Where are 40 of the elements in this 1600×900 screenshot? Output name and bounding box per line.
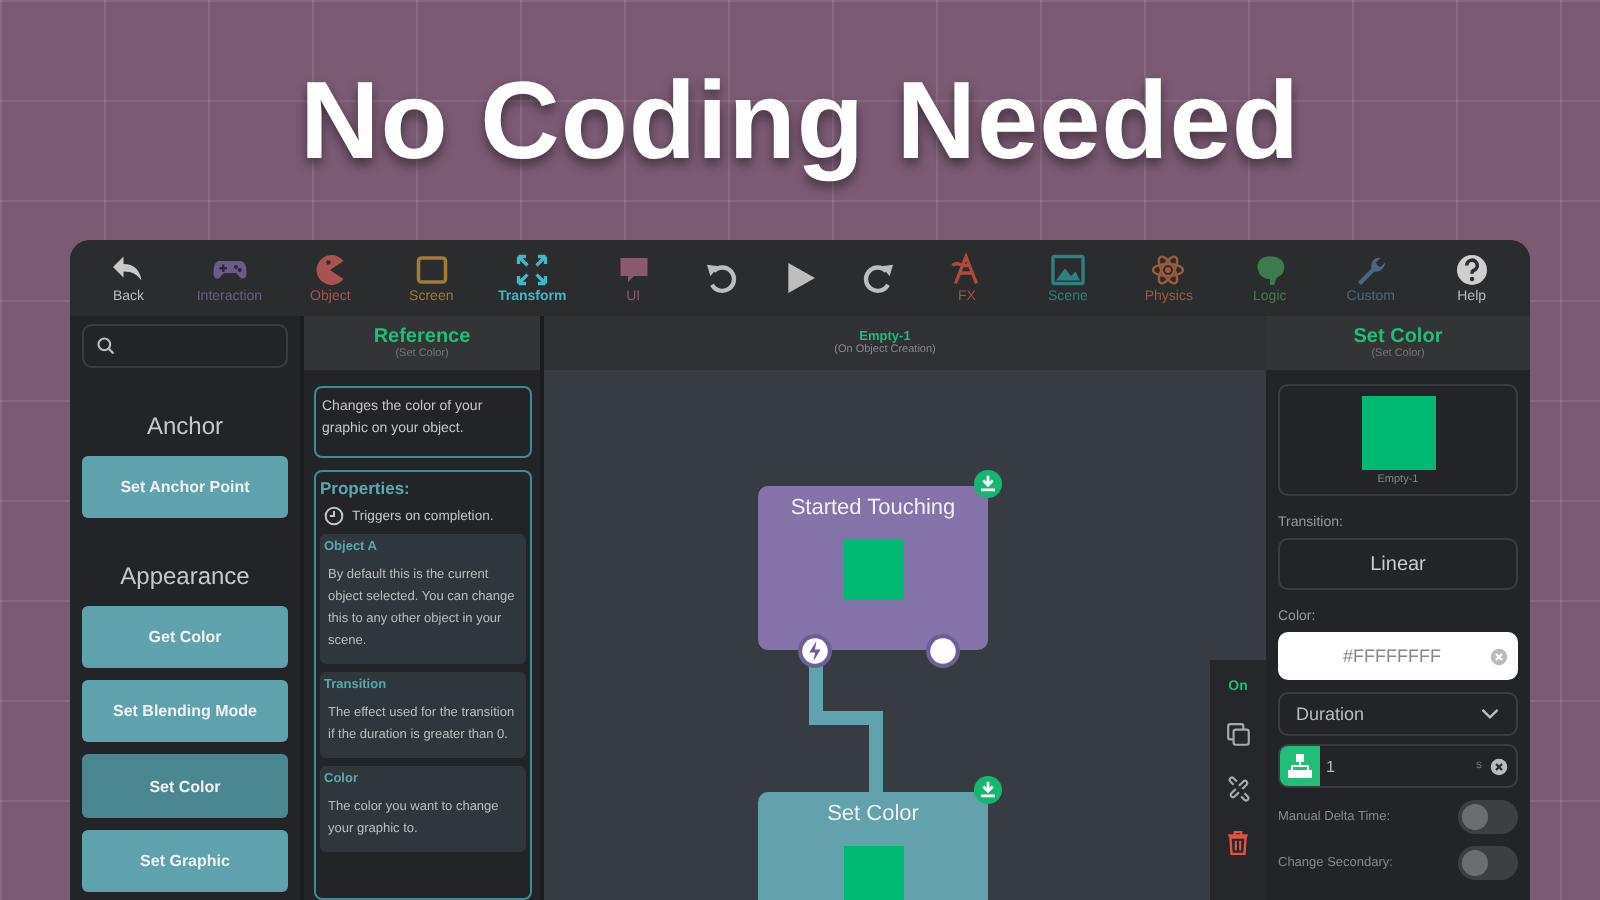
output-port-icon[interactable] [926, 634, 960, 668]
block-button[interactable]: Set Graphic [82, 829, 288, 892]
hierarchy-icon [1280, 746, 1320, 786]
color-swatch [1361, 395, 1435, 469]
panel-title: Set Color [1353, 326, 1443, 348]
block-button[interactable]: Set Color [82, 754, 288, 818]
action-node[interactable]: Set Color [758, 792, 988, 900]
copy-icon [1225, 722, 1251, 748]
category-heading: Appearance [118, 561, 252, 590]
copy-button[interactable] [1225, 722, 1251, 748]
transition-select[interactable]: Linear [1278, 538, 1518, 590]
duration-value: 1 [1324, 757, 1337, 775]
mode-dropdown[interactable]: Duration [1278, 692, 1518, 736]
broken-chain-icon [1225, 776, 1251, 802]
node-title: Set Color [827, 802, 919, 826]
block-button[interactable]: Set Anchor Point [82, 455, 288, 518]
toggle-switch[interactable] [1458, 846, 1518, 880]
color-swatch [843, 540, 903, 600]
properties-title: Properties: [320, 478, 412, 498]
node-title: Started Touching [790, 496, 956, 520]
search-field[interactable] [82, 324, 288, 368]
panel-title: Reference [373, 326, 471, 348]
clear-icon[interactable] [1490, 757, 1508, 775]
headline: No Coding Needed [300, 56, 1300, 184]
block-button[interactable]: Get Color [82, 605, 288, 669]
color-field[interactable]: #FFFFFFFF [1278, 632, 1518, 680]
delete-button[interactable] [1226, 830, 1250, 856]
chevron-down-icon [1480, 706, 1500, 722]
unlink-button[interactable] [1225, 776, 1251, 802]
trash-icon [1226, 830, 1250, 856]
category-heading: Anchor [144, 411, 226, 440]
toggle-switch[interactable] [1458, 800, 1518, 834]
event-node[interactable]: Started Touching [758, 486, 988, 650]
download-icon[interactable] [974, 776, 1002, 804]
download-icon[interactable] [974, 470, 1002, 498]
clock-icon [324, 506, 344, 526]
color-swatch [843, 846, 903, 900]
block-button[interactable]: Set Blending Mode [82, 680, 288, 743]
lightning-port-icon[interactable] [798, 634, 832, 668]
search-icon [96, 335, 116, 356]
